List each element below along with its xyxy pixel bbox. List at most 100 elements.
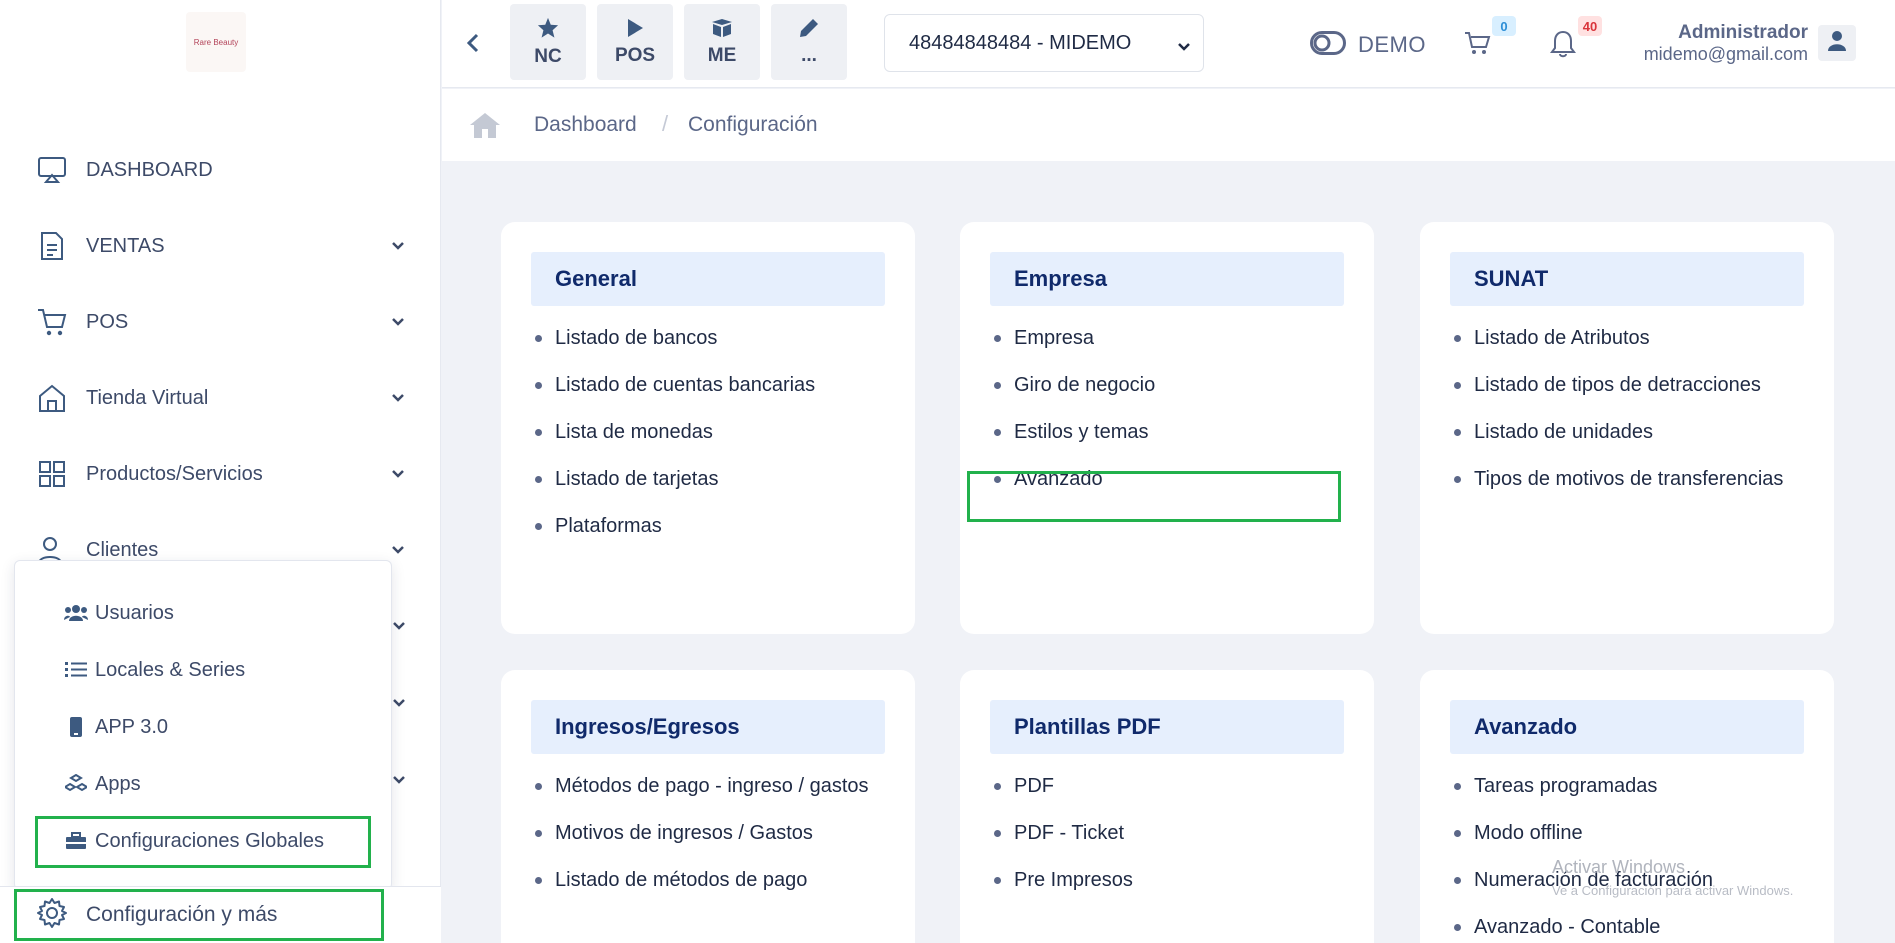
cart-button[interactable]: 0: [1464, 16, 1516, 62]
card-title: Plantillas PDF: [990, 700, 1344, 754]
home-icon[interactable]: [468, 111, 502, 144]
submenu-item-locales-series[interactable]: Locales & Series: [63, 650, 245, 690]
card-title: General: [531, 252, 885, 306]
quick-button-label: NC: [534, 45, 562, 67]
company-select[interactable]: 48484848484 - MIDEMO: [884, 14, 1204, 72]
quick-edit-button[interactable]: ...: [771, 4, 847, 80]
quick-me-button[interactable]: ME: [684, 4, 760, 80]
card-link[interactable]: Métodos de pago - ingreso / gastos: [531, 770, 891, 803]
monitor-icon: [36, 154, 68, 186]
user-email: midemo@gmail.com: [1643, 44, 1808, 64]
sidebar-item-label: Productos/Servicios: [86, 462, 263, 485]
card-link[interactable]: Listado de cuentas bancarias: [531, 369, 891, 402]
card-list: Listado de Atributos Listado de tipos de…: [1450, 322, 1810, 510]
collapse-sidebar-button[interactable]: [460, 28, 486, 58]
breadcrumb-item-dashboard[interactable]: Dashboard: [534, 113, 637, 137]
card-link[interactable]: Listado de tarjetas: [531, 463, 891, 496]
logo-text: Rare Beauty: [193, 37, 239, 47]
sidebar-item-pos[interactable]: POS: [0, 292, 441, 352]
submenu-item-apps[interactable]: Apps: [63, 764, 141, 804]
card-link[interactable]: Modo offline: [1450, 817, 1810, 850]
sidebar-item-label: Configuración y más: [86, 903, 278, 926]
card-link[interactable]: Empresa: [990, 322, 1350, 355]
card-title: Empresa: [990, 252, 1344, 306]
grid-icon: [36, 458, 68, 490]
sidebar-item-configuracion[interactable]: Configuración y más: [0, 886, 441, 943]
user-icon: [1828, 30, 1846, 56]
card-link[interactable]: Giro de negocio: [990, 369, 1350, 402]
card-list: Métodos de pago - ingreso / gastos Motiv…: [531, 770, 891, 911]
card-link[interactable]: Pre Impresos: [990, 864, 1350, 897]
submenu-item-configuraciones-globales[interactable]: Configuraciones Globales: [63, 821, 324, 861]
card-link[interactable]: Listado de unidades: [1450, 416, 1810, 449]
user-info[interactable]: Administrador midemo@gmail.com: [1622, 22, 1808, 65]
card-link[interactable]: Listado de métodos de pago: [531, 864, 891, 897]
sidebar: Rare Beauty DASHBOARD VENTAS POS Tienda …: [0, 0, 441, 943]
sidebar-item-label: POS: [86, 310, 129, 333]
card-general: General Listado de bancos Listado de cue…: [501, 222, 915, 634]
card-link[interactable]: Lista de monedas: [531, 416, 891, 449]
submenu-item-label: Configuraciones Globales: [95, 829, 325, 852]
chevron-down-icon: [388, 464, 408, 484]
topbar: NC POS ME ... 48484848484 - MIDEMO DEMO …: [442, 0, 1895, 88]
cart-icon: [36, 306, 68, 338]
cart-count-badge: 0: [1492, 16, 1516, 36]
windows-activation-title: Activar Windows: [1552, 857, 1686, 877]
card-link[interactable]: Tareas programadas: [1450, 770, 1810, 803]
sidebar-item-tienda-virtual[interactable]: Tienda Virtual: [0, 368, 441, 428]
card-list: Empresa Giro de negocio Estilos y temas …: [990, 322, 1350, 510]
notifications-button[interactable]: 40: [1550, 16, 1602, 62]
store-icon: [36, 382, 68, 414]
quick-button-label: ME: [707, 44, 737, 66]
card-title: Ingresos/Egresos: [531, 700, 885, 754]
toggle-icon: [1310, 30, 1346, 60]
bell-icon: [1550, 30, 1576, 62]
company-logo[interactable]: Rare Beauty: [186, 12, 246, 72]
document-icon: [36, 230, 68, 262]
submenu-item-usuarios[interactable]: Usuarios: [63, 593, 174, 633]
box-icon: [711, 18, 733, 43]
card-link[interactable]: Listado de bancos: [531, 322, 891, 355]
card-link[interactable]: Listado de Atributos: [1450, 322, 1810, 355]
card-link[interactable]: PDF: [990, 770, 1350, 803]
card-link[interactable]: Avanzado - Contable: [1450, 911, 1810, 943]
quick-nc-button[interactable]: NC: [510, 4, 586, 80]
card-link[interactable]: Tipos de motivos de transferencias: [1450, 463, 1810, 496]
quick-button-label: ...: [801, 44, 817, 66]
card-link[interactable]: Avanzado: [990, 463, 1350, 496]
breadcrumb-item-current: Configuración: [688, 113, 818, 136]
cart-icon: [1464, 32, 1492, 60]
sidebar-item-productos[interactable]: Productos/Servicios: [0, 444, 441, 504]
submenu-item-label: Apps: [95, 772, 141, 795]
card-link[interactable]: Listado de tipos de detracciones: [1450, 369, 1810, 402]
star-icon: [537, 17, 559, 44]
settings-submenu: Usuarios Locales & Series APP 3.0 Apps C…: [14, 560, 392, 890]
card-link[interactable]: PDF - Ticket: [990, 817, 1350, 850]
demo-label: DEMO: [1358, 32, 1426, 57]
chevron-down-icon: [388, 312, 408, 332]
card-plantillas-pdf: Plantillas PDF PDF PDF - Ticket Pre Impr…: [960, 670, 1374, 943]
chevron-down-icon: [392, 695, 406, 713]
card-ingresos-egresos: Ingresos/Egresos Métodos de pago - ingre…: [501, 670, 915, 943]
sidebar-item-ventas[interactable]: VENTAS: [0, 216, 441, 276]
card-title: SUNAT: [1450, 252, 1804, 306]
sidebar-item-label: Tienda Virtual: [86, 386, 209, 409]
chevron-down-icon: [392, 618, 406, 636]
card-link[interactable]: Plataformas: [531, 510, 891, 543]
chevron-down-icon: [388, 540, 408, 560]
sidebar-item-label: Clientes: [86, 538, 159, 561]
demo-toggle[interactable]: DEMO: [1310, 28, 1426, 62]
breadcrumb: Dashboard / Configuración: [442, 89, 1895, 161]
chevron-down-icon: [388, 236, 408, 256]
avatar[interactable]: [1818, 25, 1856, 61]
pencil-icon: [799, 18, 819, 43]
card-list: Listado de bancos Listado de cuentas ban…: [531, 322, 891, 557]
notification-count-badge: 40: [1578, 16, 1602, 36]
company-select-value: 48484848484 - MIDEMO: [909, 31, 1132, 54]
card-link[interactable]: Estilos y temas: [990, 416, 1350, 449]
sidebar-item-label: DASHBOARD: [86, 158, 213, 181]
sidebar-item-dashboard[interactable]: DASHBOARD: [0, 140, 441, 200]
card-link[interactable]: Motivos de ingresos / Gastos: [531, 817, 891, 850]
submenu-item-app[interactable]: APP 3.0: [63, 707, 168, 747]
quick-pos-button[interactable]: POS: [597, 4, 673, 80]
